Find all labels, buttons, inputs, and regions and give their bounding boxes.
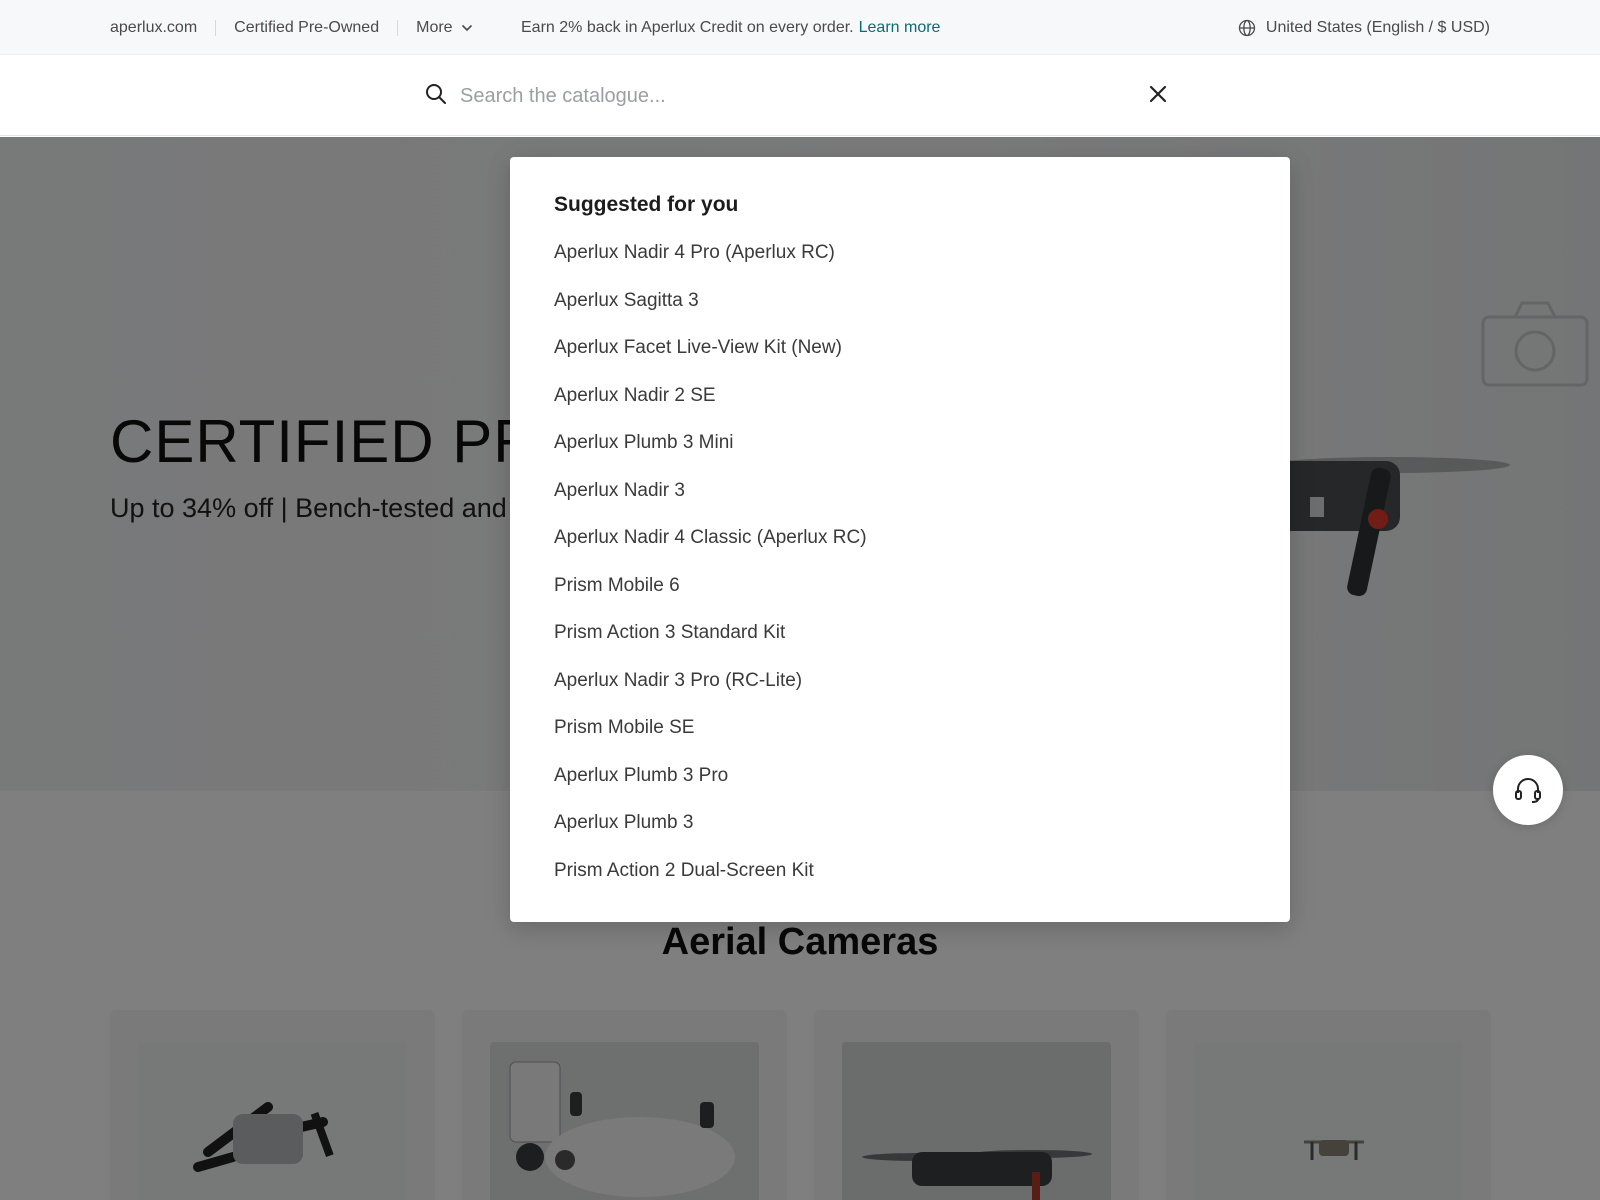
suggestion-item[interactable]: Prism Action 2 Dual-Screen Kit xyxy=(554,847,867,895)
support-button[interactable] xyxy=(1493,755,1563,825)
suggestion-item[interactable]: Aperlux Plumb 3 Mini xyxy=(554,419,867,467)
region-selector[interactable]: United States (English / $ USD) xyxy=(1238,0,1490,55)
learn-more-link[interactable]: Learn more xyxy=(859,19,941,37)
suggestion-item[interactable]: Aperlux Plumb 3 Pro xyxy=(554,752,867,800)
suggestion-item[interactable]: Aperlux Facet Live-View Kit (New) xyxy=(554,324,867,372)
promo-banner: Earn 2% back in Aperlux Credit on every … xyxy=(521,0,940,55)
search-bar xyxy=(0,55,1600,136)
region-label: United States (English / $ USD) xyxy=(1265,18,1490,36)
divider xyxy=(397,19,399,36)
site-link[interactable]: aperlux.com xyxy=(110,19,197,37)
utility-nav: aperlux.com Certified Pre-Owned More xyxy=(110,0,473,55)
suggestion-item[interactable]: Prism Action 3 Standard Kit xyxy=(554,609,867,657)
search-input[interactable] xyxy=(460,77,1100,115)
suggestions-list: Aperlux Nadir 4 Pro (Aperlux RC) Aperlux… xyxy=(554,229,867,894)
close-icon[interactable] xyxy=(1148,84,1168,104)
more-label: More xyxy=(416,18,453,36)
promo-text: Earn 2% back in Aperlux Credit on every … xyxy=(521,18,854,36)
globe-icon xyxy=(1238,19,1256,36)
more-menu[interactable]: More xyxy=(416,19,472,37)
suggestion-item[interactable]: Prism Mobile SE xyxy=(554,704,867,752)
suggestion-item[interactable]: Aperlux Nadir 2 SE xyxy=(554,372,867,420)
suggestion-item[interactable]: Aperlux Sagitta 3 xyxy=(554,277,867,325)
suggestion-item[interactable]: Aperlux Nadir 4 Classic (Aperlux RC) xyxy=(554,514,867,562)
chevron-down-icon xyxy=(461,24,472,31)
search-icon xyxy=(426,84,446,104)
suggestion-item[interactable]: Aperlux Plumb 3 xyxy=(554,799,867,847)
suggestions-heading: Suggested for you xyxy=(554,193,739,216)
suggestion-item[interactable]: Aperlux Nadir 3 Pro (RC-Lite) xyxy=(554,657,867,705)
headset-icon xyxy=(1515,778,1541,803)
divider xyxy=(215,19,217,36)
suggestions-panel: Suggested for you Aperlux Nadir 4 Pro (A… xyxy=(510,157,1290,922)
certified-pre-owned-link[interactable]: Certified Pre-Owned xyxy=(234,19,379,37)
suggestion-item[interactable]: Prism Mobile 6 xyxy=(554,562,867,610)
utility-bar: aperlux.com Certified Pre-Owned More Ear… xyxy=(0,0,1600,55)
suggestion-item[interactable]: Aperlux Nadir 4 Pro (Aperlux RC) xyxy=(554,229,867,277)
suggestion-item[interactable]: Aperlux Nadir 3 xyxy=(554,467,867,515)
